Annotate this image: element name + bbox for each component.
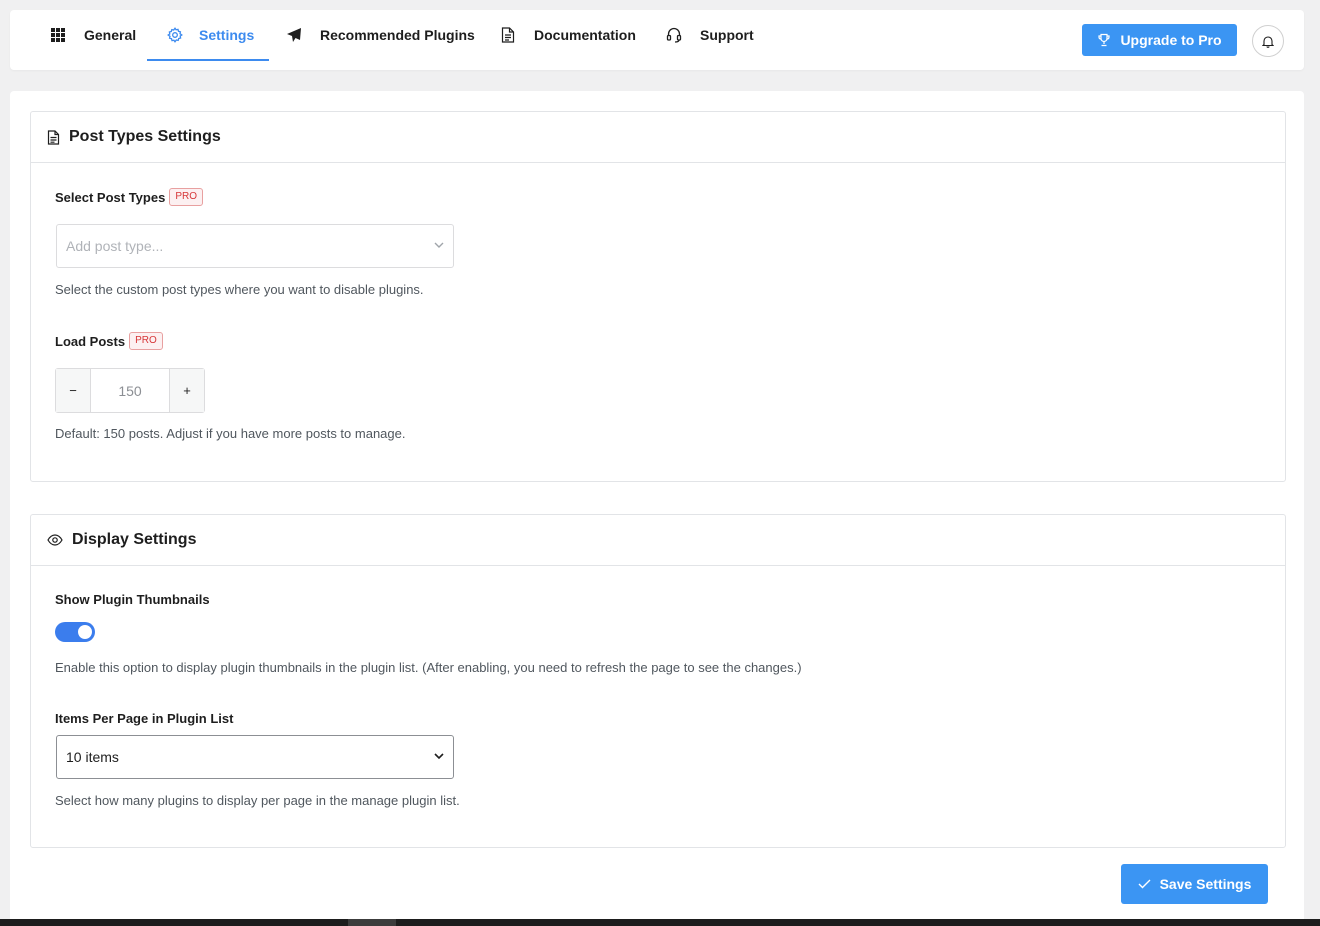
items-per-page-help: Select how many plugins to display per p…: [55, 793, 460, 808]
load-posts-input[interactable]: 150: [90, 369, 170, 412]
post-types-placeholder: Add post type...: [66, 238, 164, 254]
save-settings-button[interactable]: Save Settings: [1121, 864, 1268, 904]
upgrade-to-pro-button[interactable]: Upgrade to Pro: [1082, 24, 1237, 56]
tab-settings-label: Settings: [199, 26, 255, 43]
tab-settings[interactable]: Settings: [147, 10, 270, 61]
bell-icon: [1262, 35, 1274, 48]
select-post-types-label: Select Post Types PRO: [55, 188, 203, 206]
grid-icon: [50, 27, 66, 43]
pro-badge: PRO: [169, 188, 203, 206]
chevron-down-icon: [433, 239, 445, 251]
post-types-help: Select the custom post types where you w…: [55, 282, 424, 297]
display-settings-title: Display Settings: [72, 531, 197, 548]
document-icon: [500, 26, 516, 43]
post-types-card: Post Types Settings Select Post Types PR…: [30, 111, 1286, 482]
upgrade-label: Upgrade to Pro: [1120, 32, 1222, 48]
items-per-page-value: 10 items: [66, 749, 119, 765]
toggle-knob: [78, 625, 92, 639]
chevron-down-icon: [433, 750, 445, 762]
decrement-button[interactable]: −: [56, 369, 90, 412]
load-posts-help: Default: 150 posts. Adjust if you have m…: [55, 426, 406, 441]
document-icon: [47, 129, 60, 145]
gear-icon: [167, 26, 183, 43]
post-types-header: Post Types Settings: [31, 112, 1285, 163]
load-posts-label: Load Posts PRO: [55, 332, 163, 350]
display-settings-card: Display Settings Show Plugin Thumbnails …: [30, 514, 1286, 848]
display-settings-header: Display Settings: [31, 515, 1285, 566]
increment-button[interactable]: +: [170, 369, 204, 412]
checkmark-icon: [1138, 879, 1151, 889]
post-types-select[interactable]: Add post type...: [56, 224, 454, 268]
trophy-icon: [1097, 33, 1111, 47]
save-settings-label: Save Settings: [1159, 876, 1252, 892]
eye-icon: [47, 534, 63, 546]
paper-plane-icon: [286, 27, 302, 43]
show-thumbnails-toggle[interactable]: [55, 622, 95, 642]
show-thumbnails-label: Show Plugin Thumbnails: [55, 592, 210, 607]
select-post-types-label-text: Select Post Types: [55, 189, 166, 205]
tab-support-label: Support: [700, 26, 754, 43]
headset-icon: [666, 27, 682, 43]
bottom-strip-segment: [348, 919, 396, 926]
bottom-strip: [0, 919, 1320, 926]
settings-panel: Post Types Settings Select Post Types PR…: [10, 91, 1304, 926]
post-types-title: Post Types Settings: [69, 128, 221, 145]
items-per-page-label-text: Items Per Page in Plugin List: [55, 711, 234, 726]
show-thumbnails-label-text: Show Plugin Thumbnails: [55, 592, 210, 607]
notifications-button[interactable]: [1252, 25, 1284, 57]
tab-recommended-plugins[interactable]: Recommended Plugins: [286, 10, 475, 59]
tab-general[interactable]: General: [50, 10, 136, 59]
load-posts-stepper: − 150 +: [55, 368, 205, 413]
tab-documentation[interactable]: Documentation: [500, 10, 636, 59]
tab-support[interactable]: Support: [666, 10, 754, 59]
top-navigation: General Settings Recommended Plugins Doc…: [10, 10, 1304, 70]
show-thumbnails-help: Enable this option to display plugin thu…: [55, 660, 802, 675]
items-per-page-select[interactable]: 10 items: [56, 735, 454, 779]
items-per-page-label: Items Per Page in Plugin List: [55, 711, 233, 726]
tab-recommended-plugins-label: Recommended Plugins: [320, 26, 475, 43]
tab-general-label: General: [84, 26, 137, 43]
tab-documentation-label: Documentation: [534, 26, 636, 43]
pro-badge: PRO: [129, 332, 163, 350]
load-posts-label-text: Load Posts: [55, 333, 126, 349]
